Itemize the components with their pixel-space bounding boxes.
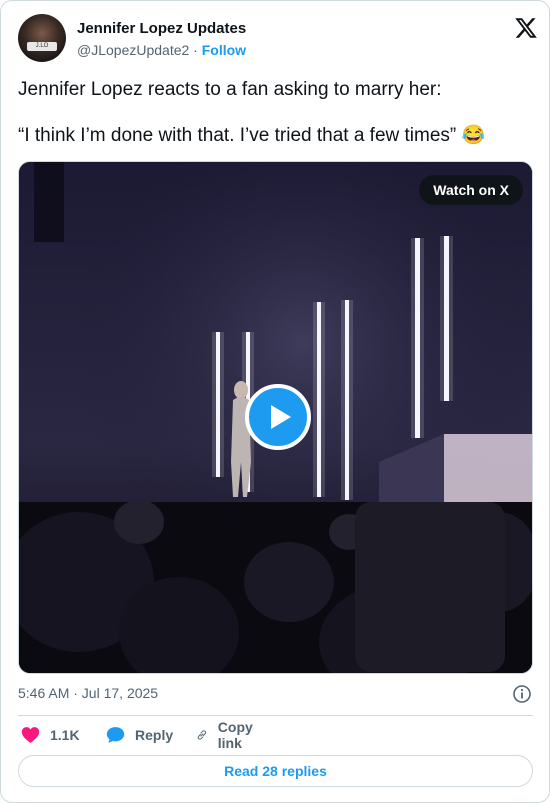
author-handle[interactable]: @JLopezUpdate2 (77, 42, 189, 58)
follow-button[interactable]: Follow (202, 42, 246, 58)
author-handle-row: @JLopezUpdate2 · Follow (77, 42, 246, 58)
info-icon[interactable] (512, 684, 532, 704)
reply-button[interactable]: Reply (106, 725, 173, 745)
copy-link-label: Copy link (217, 719, 253, 751)
watch-on-x-button[interactable]: Watch on X (419, 175, 523, 205)
tweet-card: J.LO Jennifer Lopez Updates @JLopezUpdat… (0, 0, 550, 803)
link-icon (197, 730, 207, 740)
heart-icon (21, 727, 40, 743)
play-button[interactable] (245, 384, 311, 450)
video-player[interactable]: Watch on X (18, 161, 533, 674)
copy-link-button[interactable]: Copy link (196, 719, 259, 751)
handle-separator: · (189, 42, 202, 58)
x-logo-icon[interactable] (514, 16, 538, 40)
play-icon (271, 405, 291, 429)
like-count: 1.1K (50, 727, 80, 743)
avatar[interactable]: J.LO (18, 14, 66, 62)
avatar-badge: J.LO (27, 42, 57, 51)
read-replies-button[interactable]: Read 28 replies (18, 755, 533, 787)
tweet-text: Jennifer Lopez reacts to a fan asking to… (18, 78, 533, 148)
like-button[interactable]: 1.1K (21, 725, 80, 745)
tweet-text-line-2: “I think I’m done with that. I’ve tried … (18, 125, 486, 146)
author-name[interactable]: Jennifer Lopez Updates (77, 20, 246, 37)
tweet-text-line-1: Jennifer Lopez reacts to a fan asking to… (18, 79, 442, 100)
tweet-header: J.LO Jennifer Lopez Updates @JLopezUpdat… (18, 14, 538, 64)
divider (18, 715, 533, 716)
tweet-timestamp[interactable]: 5:46 AM · Jul 17, 2025 (18, 685, 158, 701)
reply-bubble-icon (106, 727, 125, 743)
reply-label: Reply (135, 727, 174, 743)
